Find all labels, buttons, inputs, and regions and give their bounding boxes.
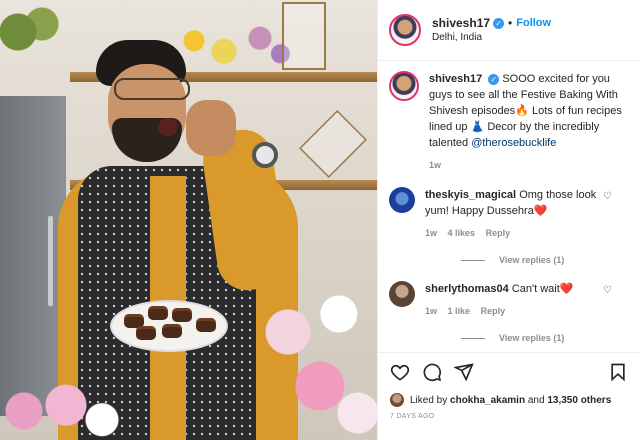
fridge-handle <box>48 216 53 306</box>
heart-icon[interactable]: ♡ <box>603 191 612 202</box>
comment-likes[interactable]: 4 likes <box>448 228 476 238</box>
avatar[interactable] <box>390 393 404 407</box>
header-text: shivesh17 ✓ • Follow Delhi, India <box>432 15 551 45</box>
flowers-decor <box>170 20 290 72</box>
liked-by-prefix: Liked by <box>410 394 448 406</box>
location-link[interactable]: Delhi, India <box>432 31 551 45</box>
brownie <box>136 326 156 340</box>
fridge <box>0 96 66 416</box>
brownie <box>172 308 192 322</box>
liked-by-count[interactable]: 13,350 others <box>547 395 611 406</box>
avatar[interactable] <box>389 187 415 213</box>
avatar[interactable] <box>389 14 421 46</box>
action-bar: Liked by chokha_akamin and 13,350 others… <box>378 352 640 420</box>
header-row: shivesh17 ✓ • Follow <box>432 15 551 31</box>
avatar[interactable] <box>389 71 419 101</box>
bookmark-icon[interactable] <box>608 362 628 382</box>
lantern-decor <box>299 110 367 178</box>
share-icon[interactable] <box>454 362 474 382</box>
heart-icon[interactable]: ♡ <box>603 285 612 296</box>
comment: sherlythomas04 Can't wait❤️ 1w 1 like Re… <box>389 281 630 319</box>
comment-body: sherlythomas04 Can't wait❤️ 1w 1 like Re… <box>425 281 621 319</box>
person-mouth <box>158 118 178 136</box>
comment-time[interactable]: 1w <box>425 306 437 316</box>
comment-text: Can't wait❤️ <box>511 283 574 295</box>
reply-button[interactable]: Reply <box>486 228 511 238</box>
comment-likes[interactable]: 1 like <box>448 306 471 316</box>
separator: • <box>508 16 513 31</box>
liked-by: Liked by chokha_akamin and 13,350 others <box>390 393 628 407</box>
lantern-decor <box>282 2 326 70</box>
verified-icon: ✓ <box>493 17 505 29</box>
flowers-decor <box>0 382 120 440</box>
comments-area[interactable]: shivesh17 ✓ SOOO excited for you guys to… <box>378 62 640 352</box>
caption-body: shivesh17 ✓ SOOO excited for you guys to… <box>429 71 625 173</box>
avatar[interactable] <box>389 281 415 307</box>
mention-link[interactable]: @therosebucklife <box>471 137 556 149</box>
action-icons <box>390 361 628 383</box>
brownie <box>162 324 182 338</box>
flowers-decor <box>250 260 377 440</box>
comment-body: theskyis_magical Omg those look yum! Hap… <box>425 187 621 241</box>
caption: shivesh17 ✓ SOOO excited for you guys to… <box>389 71 630 173</box>
view-replies-button[interactable]: View replies (1) <box>461 333 630 343</box>
comment-meta: 1w 4 likes Reply <box>425 225 621 241</box>
comment-icon[interactable] <box>422 362 442 382</box>
plant-decor <box>0 0 60 80</box>
post-sidebar: shivesh17 ✓ • Follow Delhi, India shives… <box>377 0 640 440</box>
wrist-watch <box>252 142 278 168</box>
comment-meta: 1w 1 like Reply <box>425 303 621 319</box>
comment-username[interactable]: sherlythomas04 <box>425 283 509 295</box>
brownie <box>196 318 216 332</box>
comment: theskyis_magical Omg those look yum! Hap… <box>389 187 630 241</box>
person-hand <box>186 100 236 156</box>
heart-icon[interactable] <box>390 362 410 382</box>
liked-by-user[interactable]: chokha_akamin <box>450 395 525 406</box>
follow-button[interactable]: Follow <box>516 16 551 31</box>
comment-time[interactable]: 1w <box>425 228 437 238</box>
instagram-post: shivesh17 ✓ • Follow Delhi, India shives… <box>0 0 640 440</box>
view-replies-button[interactable]: View replies (1) <box>461 255 630 265</box>
comment-username[interactable]: theskyis_magical <box>425 189 516 201</box>
caption-username[interactable]: shivesh17 <box>429 73 482 85</box>
reply-button[interactable]: Reply <box>481 306 506 316</box>
verified-icon: ✓ <box>488 74 500 85</box>
brownie <box>148 306 168 320</box>
person-glasses <box>114 78 190 100</box>
caption-time[interactable]: 1w <box>429 160 441 170</box>
post-header: shivesh17 ✓ • Follow Delhi, India <box>378 0 640 61</box>
liked-by-and: and <box>527 394 545 406</box>
caption-meta: 1w <box>429 157 625 173</box>
header-username[interactable]: shivesh17 <box>432 15 490 31</box>
post-timestamp[interactable]: 7 DAYS AGO <box>390 413 628 420</box>
post-photo[interactable] <box>0 0 377 440</box>
